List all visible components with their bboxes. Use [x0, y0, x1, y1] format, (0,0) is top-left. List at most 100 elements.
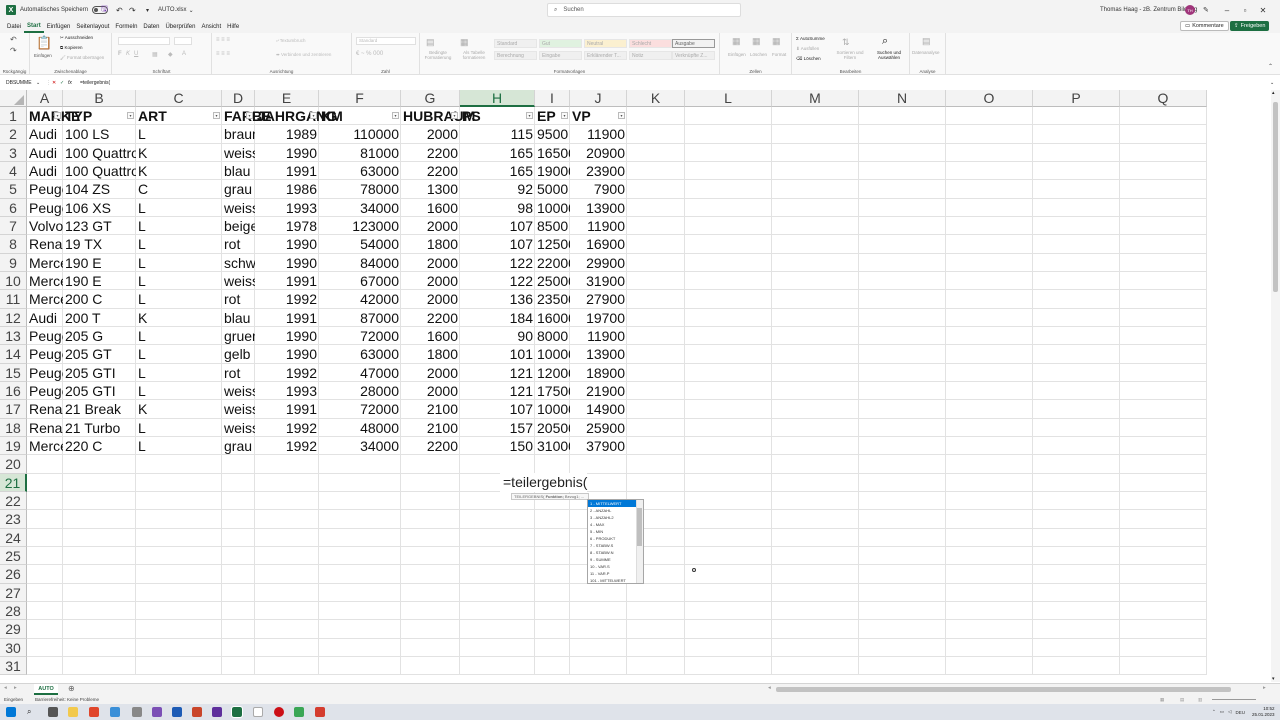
table-cell[interactable]: 10000: [535, 345, 570, 363]
table-cell[interactable]: L: [136, 419, 222, 437]
table-cell[interactable]: Mercedes: [27, 437, 63, 455]
table-cell[interactable]: 1991: [255, 400, 319, 418]
table-cell[interactable]: 205 GTI: [63, 364, 136, 382]
table-cell[interactable]: 13900: [570, 345, 627, 363]
column-header-j[interactable]: J: [570, 90, 627, 107]
scroll-up-icon[interactable]: ▴: [1272, 90, 1275, 96]
language-indicator[interactable]: DEU: [1236, 710, 1246, 715]
table-cell[interactable]: weiss: [222, 382, 255, 400]
pen-icon[interactable]: ✎: [1203, 0, 1209, 20]
conditional-format-icon[interactable]: ▤: [426, 37, 435, 48]
network-icon[interactable]: ▭: [1220, 709, 1224, 715]
filter-dropdown-icon[interactable]: ▾: [310, 112, 317, 119]
table-cell[interactable]: 31900: [570, 272, 627, 290]
sheet-tab-auto[interactable]: AUTO: [34, 684, 58, 695]
filter-dropdown-icon[interactable]: ▾: [127, 112, 134, 119]
table-cell[interactable]: 205 G: [63, 327, 136, 345]
autocomplete-item[interactable]: 5 - MIN: [588, 528, 636, 535]
table-cell[interactable]: 20900: [570, 144, 627, 162]
table-cell[interactable]: 2000: [401, 125, 460, 143]
table-cell[interactable]: 27900: [570, 290, 627, 308]
table-cell[interactable]: 104 ZS: [63, 180, 136, 198]
table-cell[interactable]: Volvo: [27, 217, 63, 235]
table-cell[interactable]: L: [136, 345, 222, 363]
style-gut[interactable]: Gut: [539, 39, 582, 48]
formula-input[interactable]: =teilergebnis(: [80, 80, 1270, 86]
table-cell[interactable]: 20500: [535, 419, 570, 437]
table-cell[interactable]: 11900: [570, 327, 627, 345]
table-cell[interactable]: weiss: [222, 144, 255, 162]
vertical-scroll-thumb[interactable]: [1273, 102, 1278, 292]
table-cell[interactable]: 2100: [401, 400, 460, 418]
table-cell[interactable]: Audi: [27, 125, 63, 143]
table-cell[interactable]: Peugeot: [27, 382, 63, 400]
avatar[interactable]: TH: [1185, 0, 1195, 20]
table-cell[interactable]: 19000: [535, 162, 570, 180]
filename[interactable]: AUTO.xlsx ⌄: [158, 0, 194, 20]
table-cell[interactable]: 47000: [319, 364, 401, 382]
column-header-q[interactable]: Q: [1120, 90, 1207, 107]
excel-taskbar-icon[interactable]: [231, 706, 243, 718]
opera-icon[interactable]: [274, 707, 284, 717]
table-cell[interactable]: 121: [460, 364, 535, 382]
close-icon[interactable]: ✕: [1254, 6, 1272, 15]
column-header-b[interactable]: B: [63, 90, 136, 107]
table-cell[interactable]: 1990: [255, 235, 319, 253]
row-header[interactable]: 19: [0, 436, 27, 456]
table-cell[interactable]: 2000: [401, 272, 460, 290]
table-cell[interactable]: schwarz: [222, 254, 255, 272]
table-cell[interactable]: 2100: [401, 419, 460, 437]
find-select-icon[interactable]: ⌕: [882, 35, 888, 48]
table-cell[interactable]: 100 Quattro: [63, 162, 136, 180]
table-cell[interactable]: 67000: [319, 272, 401, 290]
find-select-label[interactable]: Suchen und Auswählen: [872, 50, 906, 60]
tab-ueberpruefen[interactable]: Überprüfen: [162, 20, 198, 33]
chevron-down-icon[interactable]: ⌄: [36, 80, 46, 86]
row-header[interactable]: 31: [0, 656, 27, 676]
tab-datei[interactable]: Datei: [4, 20, 24, 33]
column-header-m[interactable]: M: [772, 90, 859, 107]
autocomplete-item[interactable]: 11 - VAR.P: [588, 570, 636, 577]
row-header[interactable]: 1: [0, 107, 27, 126]
table-cell[interactable]: L: [136, 364, 222, 382]
table-cell[interactable]: Audi: [27, 309, 63, 327]
number-format-box[interactable]: Standard: [356, 37, 416, 45]
table-cell[interactable]: 1991: [255, 309, 319, 327]
table-cell[interactable]: weiss: [222, 272, 255, 290]
table-cell[interactable]: rot: [222, 235, 255, 253]
table-cell[interactable]: 81000: [319, 144, 401, 162]
hscroll-right-icon[interactable]: ▸: [1263, 685, 1266, 691]
table-cell[interactable]: 16500: [535, 144, 570, 162]
table-cell[interactable]: 1993: [255, 382, 319, 400]
table-cell[interactable]: 5000: [535, 180, 570, 198]
table-header-cell[interactable]: PS: [460, 107, 535, 125]
table-cell[interactable]: 13900: [570, 199, 627, 217]
table-cell[interactable]: Renault: [27, 235, 63, 253]
table-cell[interactable]: L: [136, 290, 222, 308]
row-header[interactable]: 5: [0, 180, 27, 199]
table-cell[interactable]: 16000: [535, 309, 570, 327]
undo-icon[interactable]: ↶: [116, 0, 123, 20]
autocomplete-item[interactable]: 10 - VAR.S: [588, 563, 636, 570]
task-view-icon[interactable]: [48, 707, 58, 717]
tray-chevron-icon[interactable]: ⌃: [1212, 709, 1216, 715]
table-cell[interactable]: Renault: [27, 419, 63, 437]
table-cell[interactable]: 31000: [535, 437, 570, 455]
delete-cells-label[interactable]: Löschen: [750, 52, 767, 57]
autocomplete-item[interactable]: 6 - PRODUKT: [588, 535, 636, 542]
table-cell[interactable]: 16900: [570, 235, 627, 253]
align-left-icon[interactable]: ≡ ≡ ≡: [216, 51, 230, 57]
table-cell[interactable]: 200 C: [63, 290, 136, 308]
table-cell[interactable]: 48000: [319, 419, 401, 437]
table-cell[interactable]: 107: [460, 235, 535, 253]
column-header-a[interactable]: A: [27, 90, 63, 107]
fx-icon[interactable]: fx: [68, 80, 80, 86]
row-header[interactable]: 3: [0, 143, 27, 162]
column-header-o[interactable]: O: [946, 90, 1033, 107]
table-cell[interactable]: Renault: [27, 400, 63, 418]
table-cell[interactable]: 2000: [401, 290, 460, 308]
style-neutral[interactable]: Neutral: [584, 39, 627, 48]
word-icon[interactable]: [172, 707, 182, 717]
style-ausgabe[interactable]: Ausgabe: [672, 39, 715, 48]
table-cell[interactable]: 1978: [255, 217, 319, 235]
